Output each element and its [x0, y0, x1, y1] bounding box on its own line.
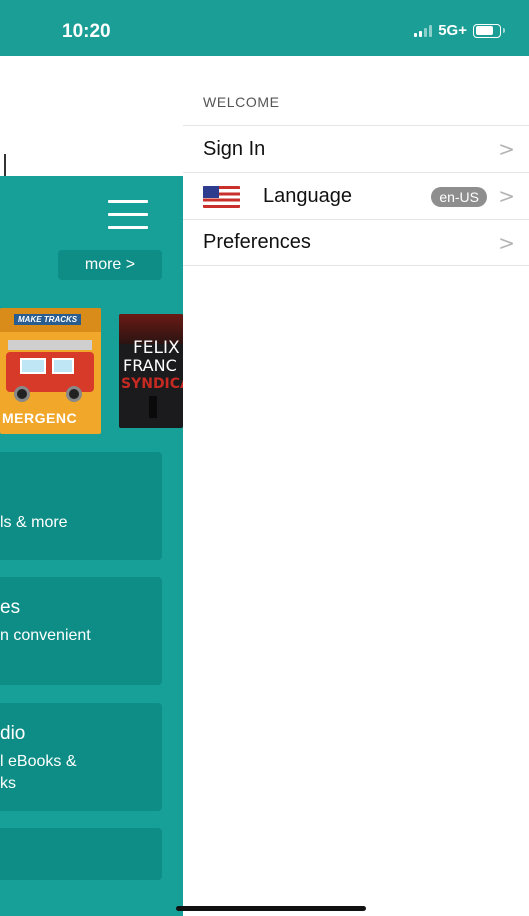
menu-item-label: Sign In	[203, 137, 266, 160]
menu-item-sign-in[interactable]: Sign In >	[183, 125, 529, 172]
feature-card[interactable]: ls & more	[0, 452, 162, 560]
card-subtitle: ls & more	[0, 514, 68, 531]
truck-wheel	[66, 386, 82, 402]
side-drawer: WELCOME Sign In > Language en-US > Prefe…	[183, 56, 529, 916]
card-subtitle: l eBooks &	[0, 753, 77, 770]
more-button[interactable]: more >	[58, 250, 162, 280]
book-author-line1: FELIX	[133, 338, 180, 358]
card-subtitle: n convenient	[0, 627, 91, 644]
battery-icon	[473, 23, 505, 38]
menu-item-label: Language	[263, 184, 352, 207]
background-app-panel[interactable]: more > MAKE TRACKS MERGENC FELIX FRANC S…	[0, 56, 183, 916]
signal-bars-icon	[414, 24, 433, 37]
language-badge: en-US	[431, 187, 487, 207]
status-bar: 10:20 5G+	[0, 0, 529, 56]
feature-card[interactable]: dio l eBooks & ks	[0, 703, 162, 811]
truck-ladder	[8, 340, 92, 350]
chevron-right-icon: >	[498, 137, 515, 161]
card-subtitle: ks	[0, 775, 16, 792]
book-series-label: MAKE TRACKS	[14, 314, 82, 325]
app-content-area: more > MAKE TRACKS MERGENC FELIX FRANC S…	[0, 176, 183, 916]
cover-figure	[149, 396, 157, 418]
text-cursor-fragment	[4, 154, 6, 176]
feature-card[interactable]	[0, 828, 162, 880]
status-indicators: 5G+	[414, 22, 505, 39]
truck-wheel	[14, 386, 30, 402]
card-title: dio	[0, 723, 26, 744]
hamburger-menu-icon[interactable]	[108, 200, 148, 232]
card-title: es	[0, 597, 21, 618]
menu-item-language[interactable]: Language en-US >	[183, 172, 529, 219]
book-cover-syndicate[interactable]: FELIX FRANC SYNDICA	[119, 314, 183, 428]
us-flag-icon	[203, 186, 240, 208]
book-title: SYNDICA	[121, 376, 183, 392]
menu-item-preferences[interactable]: Preferences >	[183, 219, 529, 266]
section-header-welcome: WELCOME	[203, 94, 280, 110]
chevron-right-icon: >	[498, 184, 515, 208]
feature-card[interactable]: es n convenient	[0, 577, 162, 685]
menu-item-label: Preferences	[203, 231, 311, 253]
status-time: 10:20	[62, 21, 111, 42]
book-title: MERGENC	[2, 410, 78, 426]
home-indicator[interactable]	[176, 906, 366, 911]
book-author-line2: FRANC	[123, 356, 177, 375]
app-header-area	[0, 56, 183, 176]
chevron-right-icon: >	[498, 230, 515, 255]
network-type: 5G+	[438, 22, 467, 39]
book-cover-emergency[interactable]: MAKE TRACKS MERGENC	[0, 308, 101, 434]
